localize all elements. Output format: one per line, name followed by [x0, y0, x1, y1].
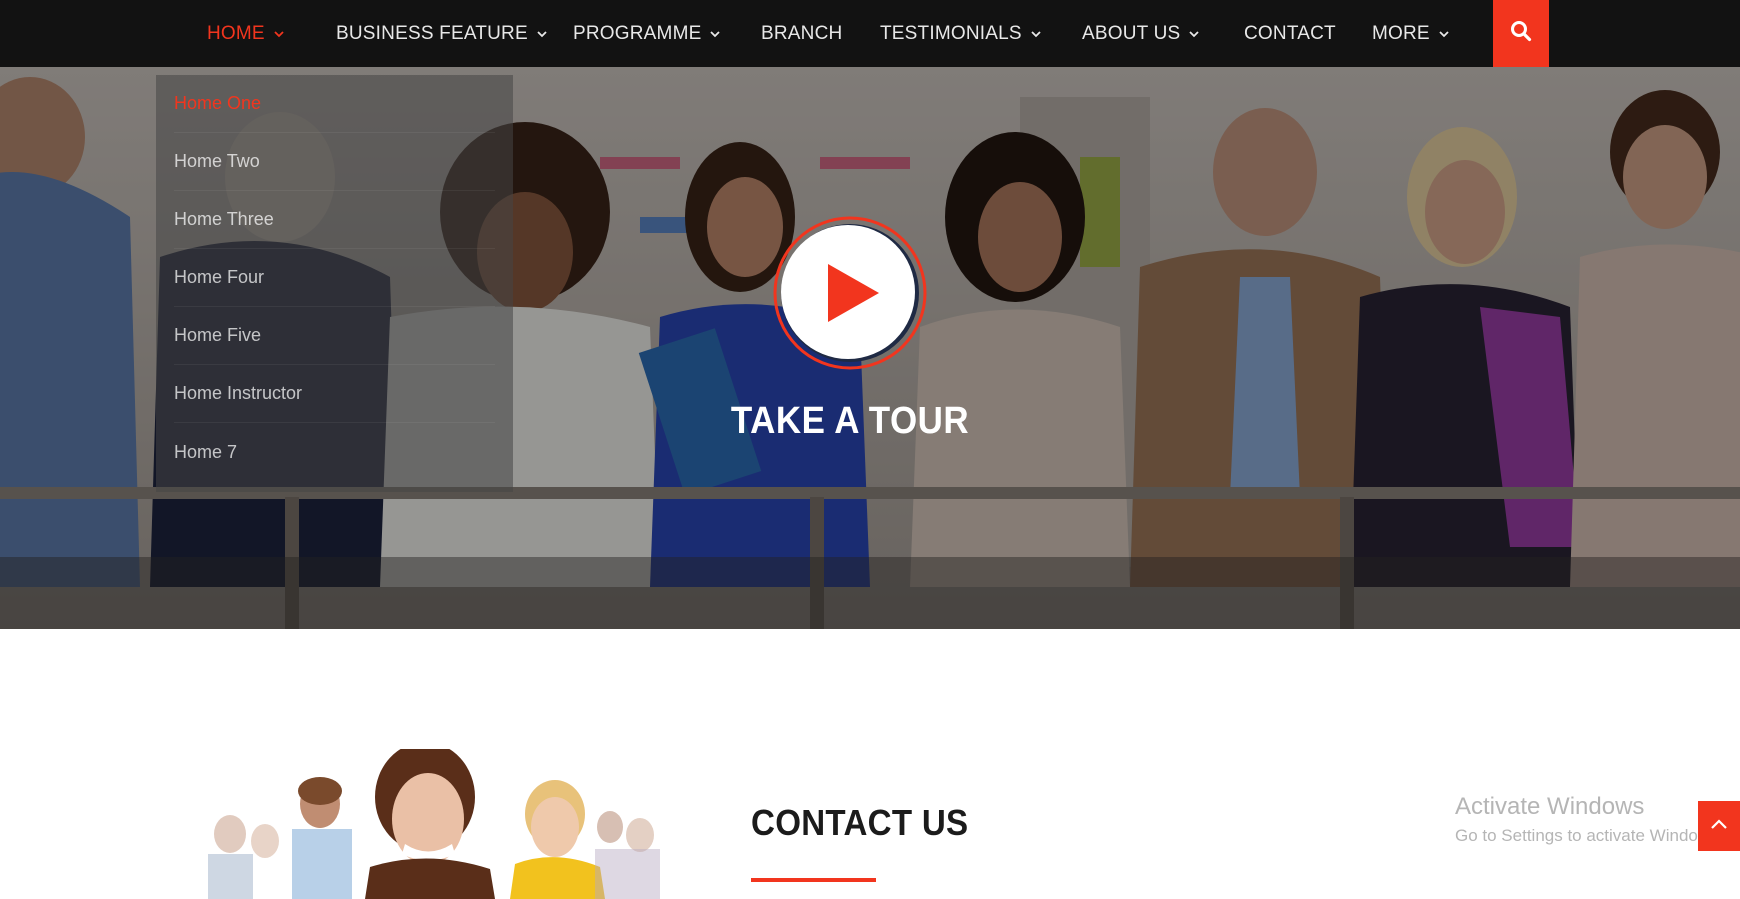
dropdown-item-home-two[interactable]: Home Two — [174, 133, 495, 191]
activate-windows-watermark: Activate Windows Go to Settings to activ… — [1455, 793, 1723, 846]
nav-item-label: HOME — [207, 22, 265, 44]
hero-title: TAKE A TOUR — [730, 400, 970, 442]
nav-item-programme[interactable]: PROGRAMME — [573, 0, 721, 67]
nav-item-testimonials[interactable]: TESTIMONIALS — [880, 0, 1042, 67]
chevron-down-icon — [536, 28, 548, 40]
dropdown-item-home-7[interactable]: Home 7 — [174, 423, 495, 481]
nav-item-home[interactable]: HOME — [207, 0, 285, 67]
watermark-title: Activate Windows — [1455, 793, 1645, 820]
dropdown-item-home-three[interactable]: Home Three — [174, 191, 495, 249]
nav-item-more[interactable]: MORE — [1372, 0, 1450, 67]
chevron-down-icon — [1438, 28, 1450, 40]
chevron-down-icon — [273, 28, 285, 40]
dropdown-item-home-four[interactable]: Home Four — [174, 249, 495, 307]
dropdown-item-home-one[interactable]: Home One — [174, 75, 495, 133]
hero-banner: Home One Home Two Home Three Home Four H… — [0, 67, 1740, 629]
watermark-subtitle: Go to Settings to activate Windows. — [1455, 826, 1724, 845]
chevron-down-icon — [709, 28, 721, 40]
contact-section: CONTACT US — [0, 629, 1740, 899]
nav-item-label: BUSINESS FEATURE — [336, 22, 528, 44]
contact-heading: CONTACT US — [751, 802, 969, 843]
nav-item-contact[interactable]: CONTACT — [1244, 0, 1336, 67]
nav-item-label: ABOUT US — [1082, 22, 1181, 44]
search-icon — [1510, 20, 1532, 47]
nav-item-label: PROGRAMME — [573, 22, 702, 44]
nav-item-label: BRANCH — [761, 22, 843, 44]
chevron-down-icon — [1030, 28, 1042, 40]
nav-item-about-us[interactable]: ABOUT US — [1082, 0, 1200, 67]
search-button[interactable] — [1493, 0, 1549, 67]
dropdown-item-home-instructor[interactable]: Home Instructor — [174, 365, 495, 423]
main-navbar: HOME BUSINESS FEATURE PROGRAMME BRANCH T… — [0, 0, 1740, 67]
chevron-down-icon — [1188, 28, 1200, 40]
dropdown-item-home-five[interactable]: Home Five — [174, 307, 495, 365]
nav-item-label: TESTIMONIALS — [880, 22, 1022, 44]
scroll-to-top-button[interactable] — [1698, 801, 1740, 851]
play-video-button[interactable] — [773, 216, 927, 370]
chevron-up-icon — [1710, 817, 1728, 835]
students-image — [208, 749, 660, 899]
nav-item-branch[interactable]: BRANCH — [761, 0, 842, 67]
play-icon — [773, 216, 927, 370]
home-dropdown-menu: Home One Home Two Home Three Home Four H… — [156, 75, 513, 492]
nav-item-label: MORE — [1372, 22, 1430, 44]
nav-item-label: CONTACT — [1244, 22, 1336, 44]
nav-item-business-feature[interactable]: BUSINESS FEATURE — [336, 0, 548, 67]
heading-underline — [751, 878, 876, 882]
